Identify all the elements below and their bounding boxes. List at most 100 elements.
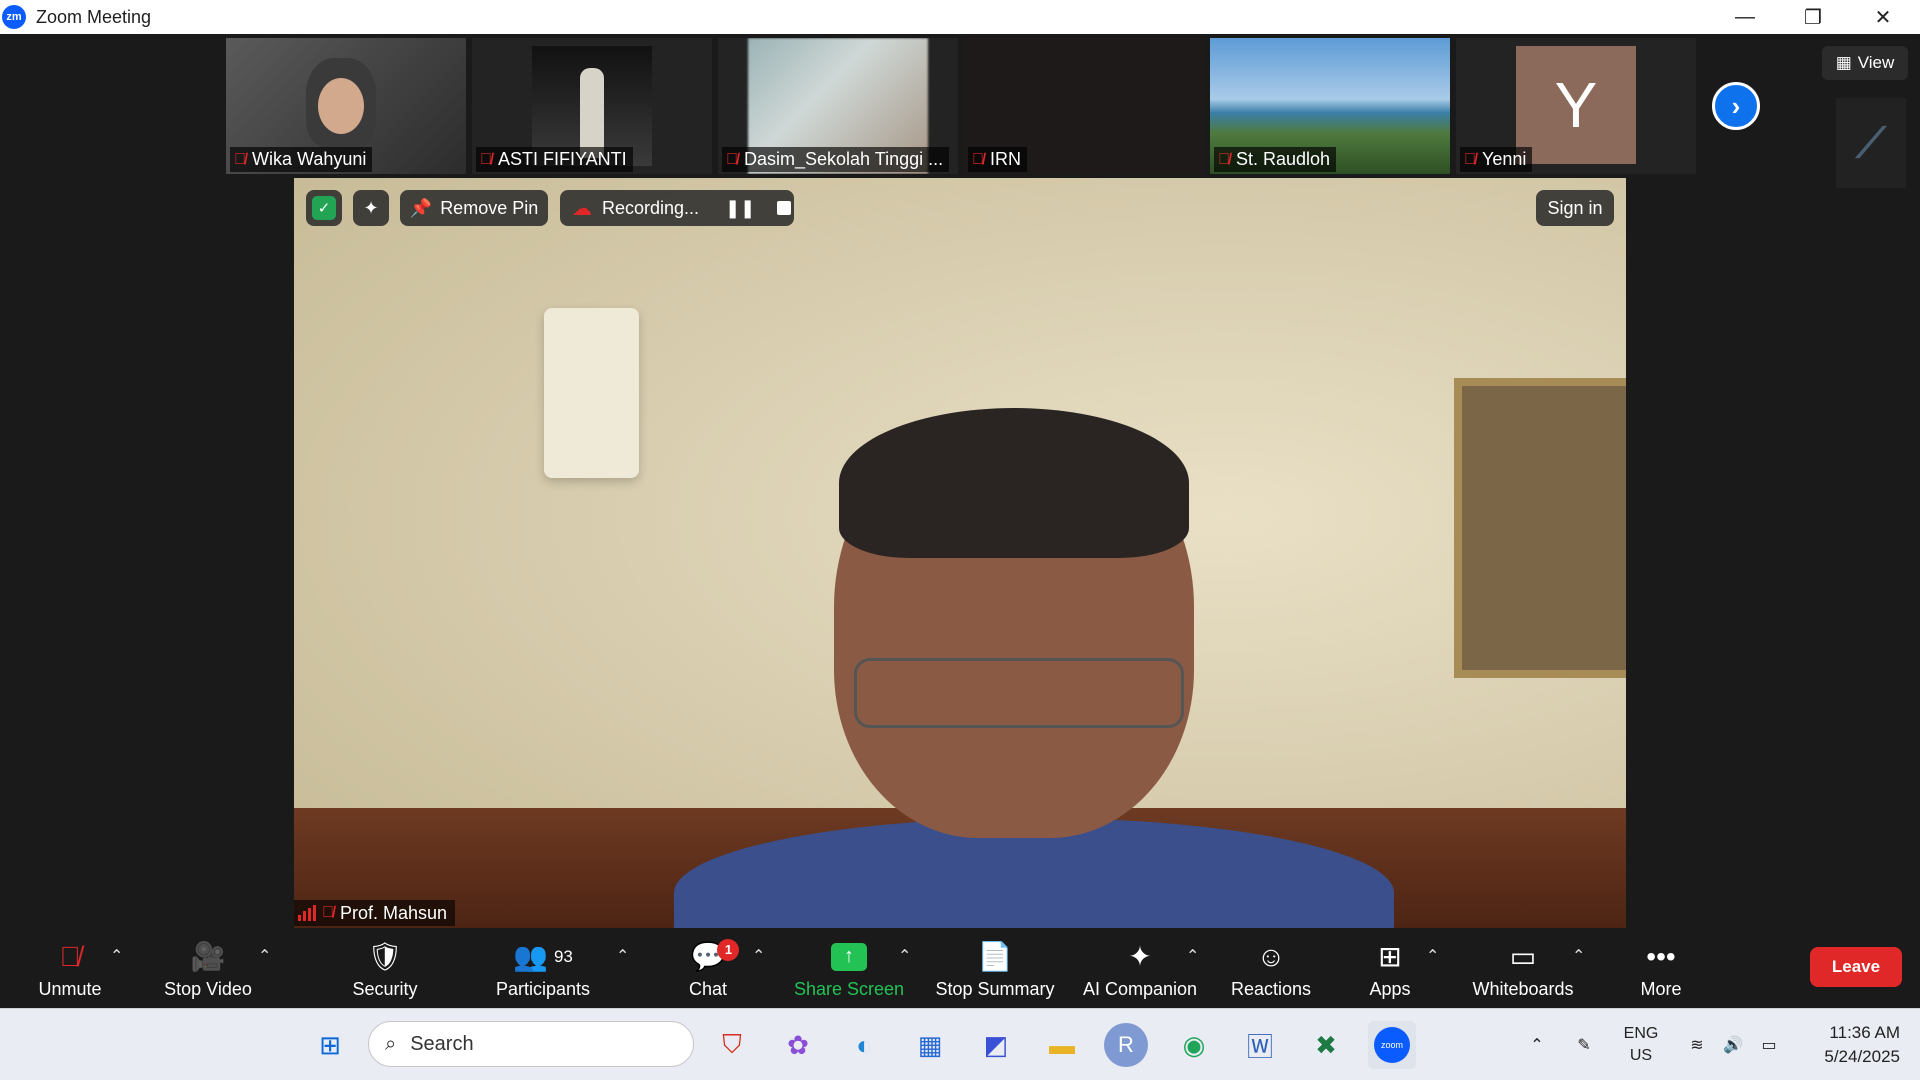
ai-sparkle-button[interactable]: ✦: [353, 190, 389, 226]
participant-name-tag: 🎙̸ Wika Wahyuni: [230, 147, 373, 172]
participant-name-tag: 🎙̸ ASTI FIFIYANTI: [476, 147, 633, 172]
participants-options-chevron-icon[interactable]: ⌃: [616, 946, 629, 966]
zoom-taskbar-icon[interactable]: zoom: [1368, 1021, 1416, 1069]
app-shortcut-icon[interactable]: ◩: [972, 1021, 1020, 1069]
restore-button[interactable]: ❐: [1778, 0, 1848, 34]
leave-button[interactable]: Leave: [1810, 947, 1902, 987]
tray-overflow-chevron-icon[interactable]: ⌃: [1522, 1021, 1552, 1069]
wall-frame: [1454, 378, 1626, 678]
chat-options-chevron-icon[interactable]: ⌃: [752, 946, 765, 966]
battery-icon[interactable]: ▭: [1754, 1021, 1784, 1069]
chat-bubble-icon: 💬 1: [691, 937, 740, 977]
sparkle-icon: ✦: [363, 197, 379, 218]
mic-muted-icon: 🎙̸: [59, 940, 81, 972]
participant-thumbnail[interactable]: 🎙̸ St. Raudloh: [1210, 38, 1450, 174]
smiley-plus-icon: ☺: [1256, 940, 1286, 972]
cloud-record-icon: ☁: [572, 197, 592, 220]
wall-lamp: [544, 308, 639, 478]
signal-bars-icon: [298, 905, 316, 921]
main-video: [294, 178, 1626, 928]
excel-icon[interactable]: ✖: [1302, 1021, 1350, 1069]
ai-options-chevron-icon[interactable]: ⌃: [1186, 946, 1199, 966]
audio-options-chevron-icon[interactable]: ⌃: [110, 946, 123, 966]
mic-muted-icon: 🎙̸: [322, 904, 334, 921]
participants-icon: 👥 93: [513, 941, 573, 972]
wifi-icon[interactable]: ≋: [1682, 1021, 1712, 1069]
grid-icon: ▦: [1835, 53, 1852, 72]
title-bar: zm Zoom Meeting — ❐ ✕: [0, 0, 1920, 34]
unmute-button[interactable]: 🎙̸ Unmute: [30, 928, 110, 1008]
whiteboards-button[interactable]: ▭ Whiteboards: [1466, 928, 1580, 1008]
more-dots-icon: •••: [1646, 940, 1676, 972]
mic-muted-icon: 🎙̸: [1218, 150, 1230, 168]
speaker-name-tag: 🎙̸ Prof. Mahsun: [294, 900, 456, 926]
word-icon[interactable]: 🅆: [1236, 1021, 1284, 1069]
file-explorer-icon[interactable]: ▬: [1038, 1021, 1086, 1069]
windows-taskbar: ⊞ ⌕ Search ⛉ ✿ ◐ ▦ ◩ ▬ R ◉ 🅆 ✖ zoom ⌃ ✎ …: [0, 1008, 1920, 1080]
reactions-button[interactable]: ☺ Reactions: [1226, 928, 1316, 1008]
minimize-button[interactable]: —: [1710, 0, 1780, 34]
participant-thumbnail[interactable]: 🎙̸ IRN: [964, 38, 1204, 174]
chrome-browser-icon[interactable]: ◉: [1170, 1021, 1218, 1069]
recording-indicator: ☁ Recording... ❚❚: [560, 190, 794, 226]
view-button[interactable]: ▦ View: [1822, 46, 1908, 80]
participant-avatar: Y: [1516, 46, 1636, 164]
mic-muted-icon: 🎙̸: [1464, 150, 1476, 168]
apps-options-chevron-icon[interactable]: ⌃: [1426, 946, 1439, 966]
more-button[interactable]: ••• More: [1636, 928, 1686, 1008]
window-title: Zoom Meeting: [36, 6, 152, 27]
shield-check-icon: ✓: [312, 196, 336, 220]
apps-button[interactable]: ⊞ Apps: [1360, 928, 1420, 1008]
sign-in-button[interactable]: Sign in: [1536, 190, 1614, 226]
chat-unread-badge: 1: [717, 938, 740, 961]
profile-r-icon[interactable]: R: [1104, 1023, 1148, 1067]
taskbar-search[interactable]: ⌕ Search: [368, 1021, 694, 1067]
copilot-icon[interactable]: ✿: [774, 1021, 822, 1069]
shield-icon: 🛡: [367, 941, 403, 972]
participant-name-tag: 🎙̸ Dasim_Sekolah Tinggi ...: [722, 147, 950, 172]
participant-thumbnail[interactable]: 🎙̸ ASTI FIFIYANTI: [472, 38, 712, 174]
windows-start-icon[interactable]: ⊞: [306, 1021, 354, 1069]
encryption-button[interactable]: ✓: [306, 190, 342, 226]
next-page-arrow-icon[interactable]: ›: [1712, 82, 1760, 130]
summary-document-icon: 📄: [977, 941, 1013, 972]
pen-input-icon[interactable]: ✎: [1566, 1021, 1602, 1069]
share-options-chevron-icon[interactable]: ⌃: [898, 946, 911, 966]
participant-name-tag: 🎙̸ IRN: [968, 147, 1027, 172]
mic-muted-icon: 🎙̸: [480, 150, 492, 168]
chat-button[interactable]: 💬 1 Chat: [678, 928, 740, 1008]
video-camera-icon: 🎥: [190, 941, 226, 972]
close-button[interactable]: ✕: [1848, 0, 1918, 34]
volume-icon[interactable]: 🔊: [1718, 1021, 1748, 1069]
app-logo-icon: ⟋: [1836, 98, 1906, 188]
taskbar-clock[interactable]: 11:36 AM 5/24/2025: [1790, 1021, 1900, 1069]
meeting-toolbar: 🎙̸ Unmute ⌃ 🎥 Stop Video ⌃ 🛡 Security 👥 9…: [0, 928, 1920, 1008]
participant-thumbnail[interactable]: 🎙̸ Dasim_Sekolah Tinggi ...: [718, 38, 958, 174]
stop-summary-button[interactable]: 📄 Stop Summary: [932, 928, 1058, 1008]
stop-icon[interactable]: [777, 201, 792, 215]
remove-pin-button[interactable]: 📌 Remove Pin: [400, 190, 548, 226]
share-screen-button[interactable]: ↑ Share Screen: [792, 928, 906, 1008]
search-icon: ⌕: [385, 1032, 397, 1055]
mic-muted-icon: 🎙̸: [972, 150, 984, 168]
input-language-indicator[interactable]: ENG US: [1616, 1021, 1666, 1069]
stop-video-button[interactable]: 🎥 Stop Video: [158, 928, 258, 1008]
pause-icon[interactable]: ❚❚: [725, 198, 755, 219]
participant-thumbnail[interactable]: Y 🎙̸ Yenni: [1456, 38, 1696, 174]
mcafee-icon[interactable]: ⛉: [708, 1021, 756, 1069]
ai-companion-button[interactable]: ✦ AI Companion: [1078, 928, 1202, 1008]
share-screen-icon: ↑: [831, 937, 867, 977]
participant-thumbnail[interactable]: 🎙̸ Wika Wahyuni: [226, 38, 466, 174]
participants-button[interactable]: 👥 93 Participants: [488, 928, 598, 1008]
edge-browser-icon[interactable]: ◐: [840, 1021, 888, 1069]
microsoft-store-icon[interactable]: ▦: [906, 1021, 954, 1069]
video-options-chevron-icon[interactable]: ⌃: [258, 946, 271, 966]
security-button[interactable]: 🛡 Security: [340, 928, 430, 1008]
speaker-glasses: [854, 658, 1184, 728]
sparkle-icon: ✦: [1128, 941, 1152, 972]
whiteboards-options-chevron-icon[interactable]: ⌃: [1572, 946, 1585, 966]
participant-strip: 🎙̸ Wika Wahyuni 🎙̸ ASTI FIFIYANTI 🎙̸ Dasim_…: [226, 38, 1696, 174]
mic-muted-icon: 🎙̸: [726, 150, 738, 168]
participant-name-tag: 🎙̸ St. Raudloh: [1214, 147, 1337, 172]
meeting-area: 🎙̸ Wika Wahyuni 🎙̸ ASTI FIFIYANTI 🎙̸ Dasim_…: [0, 34, 1920, 932]
